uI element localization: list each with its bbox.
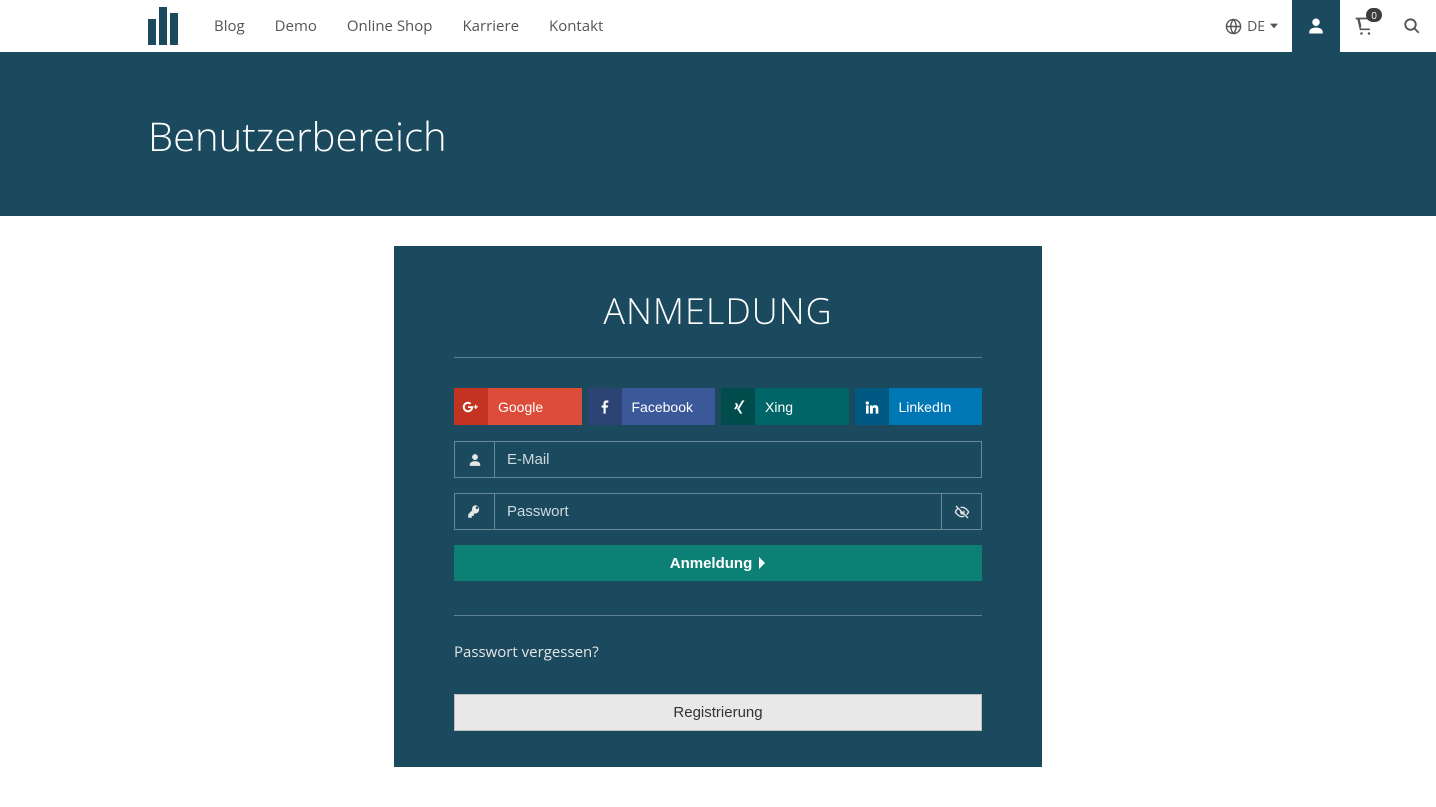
login-card: ANMELDUNG Google Facebook Xing: [394, 246, 1042, 767]
nav-item-blog[interactable]: Blog: [214, 16, 245, 36]
globe-icon: [1225, 18, 1242, 35]
nav-item-careers[interactable]: Karriere: [462, 16, 519, 36]
google-label: Google: [488, 399, 543, 415]
language-selector[interactable]: DE: [1211, 0, 1292, 52]
google-plus-icon: [454, 388, 488, 425]
user-field-icon: [454, 441, 494, 478]
submit-label: Anmeldung: [670, 555, 753, 572]
nav-right: DE 0: [1211, 0, 1436, 52]
facebook-icon: [588, 388, 622, 425]
nav-item-demo[interactable]: Demo: [275, 16, 317, 36]
linkedin-icon: [855, 388, 889, 425]
login-linkedin-button[interactable]: LinkedIn: [855, 388, 983, 425]
search-icon: [1403, 17, 1421, 35]
search-button[interactable]: [1388, 0, 1436, 52]
cart-badge: 0: [1366, 8, 1382, 22]
nav-links: Blog Demo Online Shop Karriere Kontakt: [214, 16, 603, 36]
language-label: DE: [1247, 17, 1265, 36]
xing-label: Xing: [755, 399, 793, 415]
forgot-password-link[interactable]: Passwort vergessen?: [454, 642, 599, 662]
xing-icon: [721, 388, 755, 425]
brand-logo[interactable]: [148, 7, 184, 45]
social-login-row: Google Facebook Xing LinkedIn: [454, 388, 982, 425]
register-button[interactable]: Registrierung: [454, 694, 982, 731]
password-input[interactable]: [494, 493, 942, 530]
eye-slash-icon: [954, 504, 970, 520]
nav-item-shop[interactable]: Online Shop: [347, 16, 433, 36]
toggle-password-visibility[interactable]: [942, 493, 982, 530]
user-icon: [1307, 17, 1325, 35]
nav-item-contact[interactable]: Kontakt: [549, 16, 603, 36]
main-content: ANMELDUNG Google Facebook Xing: [0, 216, 1436, 807]
login-facebook-button[interactable]: Facebook: [588, 388, 716, 425]
email-input[interactable]: [494, 441, 982, 478]
page-header: Benutzerbereich: [0, 52, 1436, 216]
page-title: Benutzerbereich: [148, 108, 1436, 163]
key-icon: [454, 493, 494, 530]
card-separator: [454, 615, 982, 616]
top-navbar: Blog Demo Online Shop Karriere Kontakt D…: [0, 0, 1436, 52]
cart-button[interactable]: 0: [1340, 0, 1388, 52]
login-xing-button[interactable]: Xing: [721, 388, 849, 425]
account-button[interactable]: [1292, 0, 1340, 52]
chevron-right-icon: [758, 557, 766, 569]
login-submit-button[interactable]: Anmeldung: [454, 545, 982, 581]
facebook-label: Facebook: [622, 399, 693, 415]
caret-down-icon: [1270, 22, 1278, 30]
email-input-group: [454, 441, 982, 478]
login-title: ANMELDUNG: [454, 286, 982, 358]
linkedin-label: LinkedIn: [889, 399, 952, 415]
login-google-button[interactable]: Google: [454, 388, 582, 425]
password-input-group: [454, 493, 982, 530]
